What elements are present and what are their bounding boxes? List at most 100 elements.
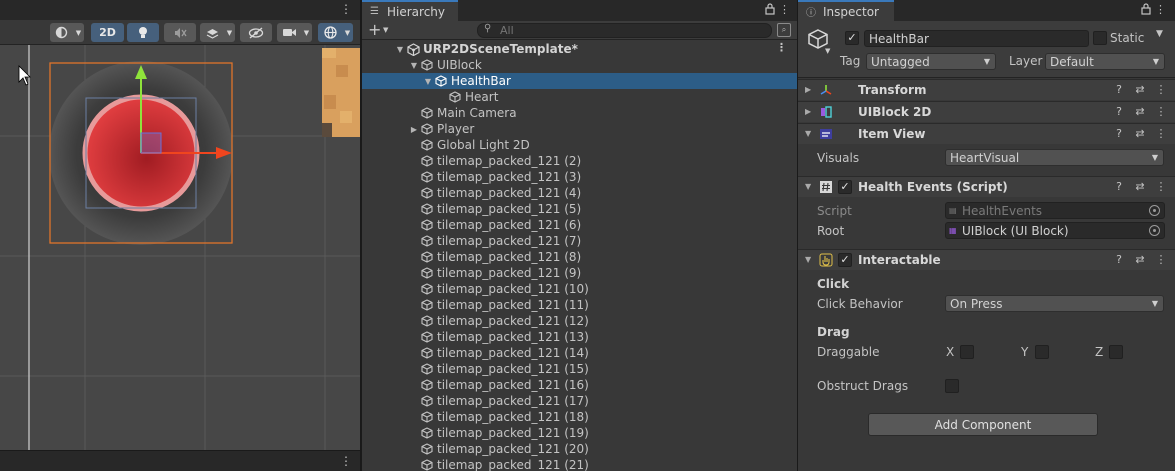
add-object-dropdown-icon[interactable]: ▼ [383,26,388,34]
component-menu-icon[interactable]: ⋮ [1155,253,1167,266]
bottom-panel-menu-icon[interactable]: ⋮ [340,454,352,468]
root-field[interactable]: ▦ UIBlock (UI Block) [945,222,1165,239]
draw-mode-button[interactable] [50,23,73,42]
hierarchy-item[interactable]: tilemap_packed_121 (10) [362,281,797,297]
fold-open-icon[interactable]: ▼ [408,61,420,70]
fold-open-icon[interactable]: ▼ [394,45,406,54]
fold-closed-icon[interactable]: ▶ [805,107,811,116]
toggle-2d-button[interactable]: 2D [91,23,124,42]
gizmos-button[interactable] [318,23,342,42]
add-component-button[interactable]: Add Component [868,413,1098,436]
hierarchy-item[interactable]: tilemap_packed_121 (6) [362,217,797,233]
fold-open-icon[interactable]: ▼ [422,77,434,86]
object-picker-icon[interactable] [1149,225,1160,236]
interactable-enabled-checkbox[interactable]: ✓ [838,253,852,267]
component-menu-icon[interactable]: ⋮ [1155,83,1167,96]
hierarchy-item[interactable]: tilemap_packed_121 (20) [362,441,797,457]
draggable-z-checkbox[interactable] [1109,345,1123,359]
hierarchy-item[interactable]: ▶ Player [362,121,797,137]
effects-button[interactable] [200,23,224,42]
scene-menu-icon[interactable]: ⋮ [340,2,352,16]
help-icon[interactable]: ? [1113,83,1125,96]
visuals-dropdown[interactable]: HeartVisual ▼ [945,149,1164,166]
presets-icon[interactable]: ⇄ [1134,105,1146,118]
draggable-y-checkbox[interactable] [1035,345,1049,359]
hierarchy-item[interactable]: tilemap_packed_121 (9) [362,265,797,281]
presets-icon[interactable]: ⇄ [1134,180,1146,193]
fold-open-icon[interactable]: ▼ [805,255,811,264]
camera-dropdown-icon[interactable]: ▼ [301,23,312,42]
component-transform[interactable]: ▶ Transform ? ⇄ ⋮ [798,79,1175,100]
static-dropdown-icon[interactable]: ▼ [1156,29,1163,39]
layer-dropdown[interactable]: Default ▼ [1045,53,1165,70]
hierarchy-item[interactable]: Main Camera [362,105,797,121]
inspector-lock-icon[interactable] [1141,3,1151,18]
audio-toggle-button[interactable] [164,23,196,42]
inspector-menu-icon[interactable]: ⋮ [1155,3,1166,16]
hierarchy-item[interactable]: ▼ UIBlock [362,57,797,73]
hierarchy-item[interactable]: ▼ HealthBar [362,73,797,89]
hierarchy-search[interactable]: ⚲ [477,23,772,38]
hierarchy-item[interactable]: tilemap_packed_121 (3) [362,169,797,185]
hierarchy-item[interactable]: tilemap_packed_121 (15) [362,361,797,377]
component-uiblock2d[interactable]: ▶ UIBlock 2D ? ⇄ ⋮ [798,101,1175,122]
gameobject-active-checkbox[interactable]: ✓ [845,31,859,45]
component-menu-icon[interactable]: ⋮ [1155,180,1167,193]
presets-icon[interactable]: ⇄ [1134,127,1146,140]
component-healthevents[interactable]: ▼ ✓ Health Events (Script) ? ⇄ ⋮ [798,176,1175,197]
tab-hierarchy[interactable]: ☰ Hierarchy [362,0,458,21]
scene-visibility-button[interactable] [240,23,272,42]
hierarchy-item[interactable]: tilemap_packed_121 (18) [362,409,797,425]
gameobject-name-field[interactable]: HealthBar [864,30,1089,47]
obstruct-drags-checkbox[interactable] [945,379,959,393]
tab-inspector[interactable]: ⓘ Inspector [798,0,894,21]
hierarchy-item[interactable]: tilemap_packed_121 (13) [362,329,797,345]
hierarchy-item[interactable]: tilemap_packed_121 (7) [362,233,797,249]
draggable-x-checkbox[interactable] [960,345,974,359]
hierarchy-item[interactable]: tilemap_packed_121 (5) [362,201,797,217]
hierarchy-item[interactable]: Heart [362,89,797,105]
component-menu-icon[interactable]: ⋮ [1155,105,1167,118]
lock-icon[interactable] [765,3,775,18]
hierarchy-search-input[interactable] [500,24,760,37]
help-icon[interactable]: ? [1113,180,1125,193]
scene-viewport[interactable] [0,45,360,450]
fold-open-icon[interactable]: ▼ [805,182,811,191]
hierarchy-item[interactable]: tilemap_packed_121 (19) [362,425,797,441]
fold-closed-icon[interactable]: ▶ [805,85,811,94]
scene-search-toggle-icon[interactable]: ⌕ [777,23,791,37]
hierarchy-item[interactable]: tilemap_packed_121 (21) [362,457,797,471]
component-itemview[interactable]: ▼ Item View ? ⇄ ⋮ [798,123,1175,144]
scene-canvas[interactable] [0,45,360,450]
gizmos-dropdown-icon[interactable]: ▼ [342,23,353,42]
hierarchy-item[interactable]: tilemap_packed_121 (11) [362,297,797,313]
scene-root-menu-icon[interactable]: ⋮ [776,41,787,54]
hierarchy-item[interactable]: tilemap_packed_121 (12) [362,313,797,329]
hierarchy-item[interactable]: tilemap_packed_121 (14) [362,345,797,361]
click-behavior-dropdown[interactable]: On Press ▼ [945,295,1164,312]
lighting-toggle-button[interactable] [127,23,159,42]
hierarchy-item[interactable]: tilemap_packed_121 (2) [362,153,797,169]
draw-mode-dropdown-icon[interactable]: ▼ [73,23,84,42]
presets-icon[interactable]: ⇄ [1134,83,1146,96]
tag-dropdown[interactable]: Untagged ▼ [866,53,996,70]
hierarchy-item[interactable]: Global Light 2D [362,137,797,153]
hierarchy-item[interactable]: tilemap_packed_121 (4) [362,185,797,201]
icon-picker-dropdown-icon[interactable]: ▼ [825,47,830,55]
fold-closed-icon[interactable]: ▶ [408,125,420,134]
help-icon[interactable]: ? [1113,127,1125,140]
hierarchy-scene-root[interactable]: ▼ URP2DSceneTemplate* ⋮ [362,41,797,57]
help-icon[interactable]: ? [1113,105,1125,118]
healthevents-enabled-checkbox[interactable]: ✓ [838,180,852,194]
add-object-button[interactable]: + [368,21,381,39]
fold-open-icon[interactable]: ▼ [805,129,811,138]
camera-settings-button[interactable] [277,23,301,42]
hierarchy-item[interactable]: tilemap_packed_121 (16) [362,377,797,393]
component-interactable[interactable]: ▼ ✓ Interactable ? ⇄ ⋮ [798,249,1175,270]
hierarchy-menu-icon[interactable]: ⋮ [779,3,790,16]
gizmo-plane-handle[interactable] [140,132,162,154]
effects-dropdown-icon[interactable]: ▼ [224,23,235,42]
hierarchy-item[interactable]: tilemap_packed_121 (8) [362,249,797,265]
hierarchy-item[interactable]: tilemap_packed_121 (17) [362,393,797,409]
static-checkbox[interactable] [1093,31,1107,45]
